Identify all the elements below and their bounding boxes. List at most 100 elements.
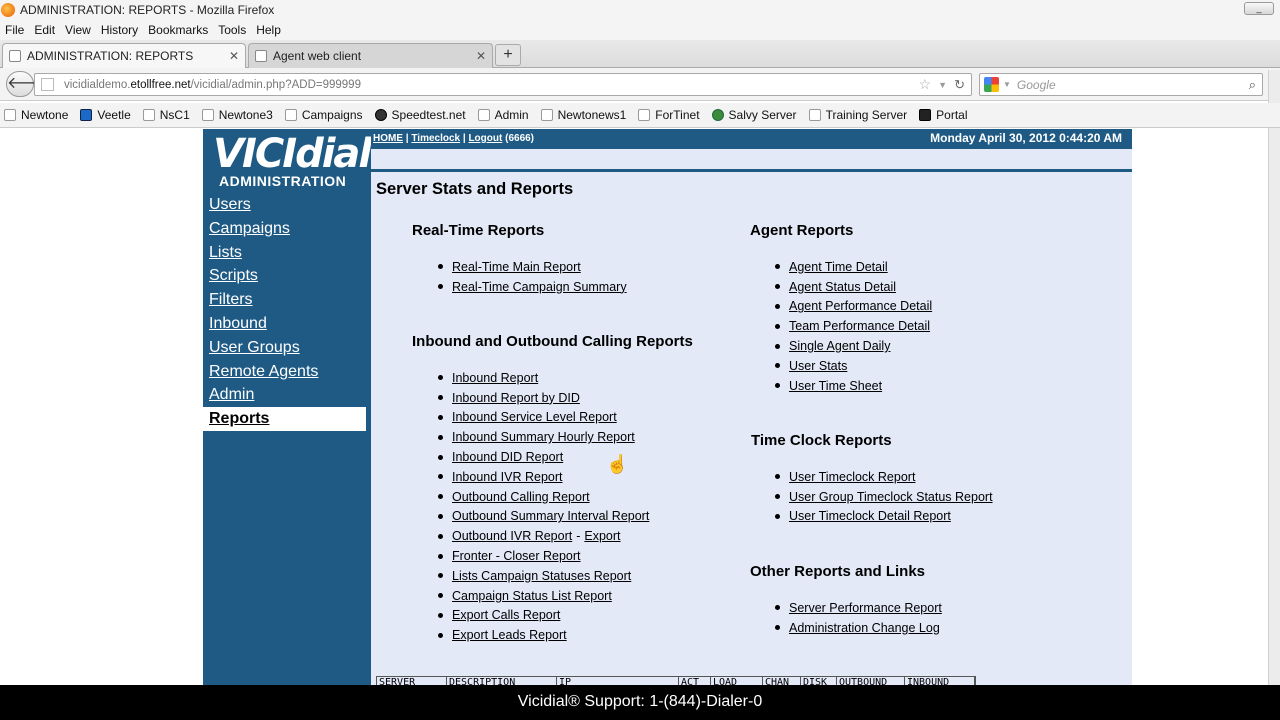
sidebar-item-remote-agents[interactable]: Remote Agents xyxy=(203,360,371,384)
bookmark-speedtest[interactable]: Speedtest.net xyxy=(371,108,466,122)
list-item: Inbound Service Level Report xyxy=(438,408,649,428)
link-campaign-status-list-report[interactable]: Campaign Status List Report xyxy=(452,589,612,603)
menu-view[interactable]: View xyxy=(60,23,96,37)
link-team-performance-detail[interactable]: Team Performance Detail xyxy=(789,319,930,333)
link-realtime-main-report[interactable]: Real-Time Main Report xyxy=(452,260,581,274)
scrollbar[interactable] xyxy=(1268,70,1280,690)
home-link[interactable]: HOME xyxy=(373,133,403,144)
link-inbound-report[interactable]: Inbound Report xyxy=(452,371,538,385)
bookmark-newtone[interactable]: Newtone xyxy=(0,108,68,122)
firefox-icon xyxy=(1,2,15,17)
link-inbound-report-by-did[interactable]: Inbound Report by DID xyxy=(452,391,580,405)
address-bar[interactable]: vicidialdemo. etollfree.net/vicidial/admi… xyxy=(34,73,972,96)
link-realtime-campaign-summary[interactable]: Real-Time Campaign Summary xyxy=(452,280,627,294)
new-tab-button[interactable]: + xyxy=(495,44,521,66)
link-server-performance-report[interactable]: Server Performance Report xyxy=(789,601,942,615)
link-inbound-did-report[interactable]: Inbound DID Report xyxy=(452,450,563,464)
sidebar-item-filters[interactable]: Filters xyxy=(203,288,371,312)
divider xyxy=(371,169,1132,172)
bookmark-portal[interactable]: Portal xyxy=(915,108,968,122)
bookmark-fortinet[interactable]: ForTinet xyxy=(634,108,700,122)
link-administration-change-log[interactable]: Administration Change Log xyxy=(789,621,940,635)
link-outbound-ivr-export[interactable]: Export xyxy=(584,529,620,543)
sidebar-item-inbound[interactable]: Inbound xyxy=(203,312,371,336)
sidebar-item-scripts[interactable]: Scripts xyxy=(203,264,371,288)
search-icon[interactable]: ⌕ xyxy=(1249,77,1256,93)
admin-sidebar: VICIdial ADMINISTRATION Users Campaigns … xyxy=(203,129,372,689)
bookmark-nsc1[interactable]: NsC1 xyxy=(139,108,190,122)
tab-agent-web-client[interactable]: Agent web client ✕ xyxy=(248,43,493,68)
sidebar-item-admin[interactable]: Admin xyxy=(203,383,371,407)
bookmark-campaigns[interactable]: Campaigns xyxy=(281,108,363,122)
bullet-icon xyxy=(438,612,443,618)
globe-icon xyxy=(711,109,724,121)
page-icon xyxy=(284,109,297,121)
link-inbound-service-level-report[interactable]: Inbound Service Level Report xyxy=(452,410,617,424)
link-agent-time-detail[interactable]: Agent Time Detail xyxy=(789,260,888,274)
chevron-down-icon[interactable]: ▼ xyxy=(938,80,947,90)
menu-tools[interactable]: Tools xyxy=(213,23,251,37)
page-icon xyxy=(477,109,490,121)
vicidial-logo[interactable]: VICIdial ADMINISTRATION xyxy=(213,133,372,189)
bookmark-newtonews1[interactable]: Newtonews1 xyxy=(537,108,626,122)
menu-bookmarks[interactable]: Bookmarks xyxy=(143,23,213,37)
reload-icon[interactable]: ↻ xyxy=(954,77,965,93)
link-user-stats[interactable]: User Stats xyxy=(789,359,847,373)
list-item: User Timeclock Report xyxy=(775,467,993,487)
minimize-button[interactable]: _ xyxy=(1244,2,1274,15)
main-content: HOME | Timeclock | Logout (6666) Monday … xyxy=(371,129,1132,690)
link-agent-status-detail[interactable]: Agent Status Detail xyxy=(789,280,896,294)
link-user-group-timeclock-status-report[interactable]: User Group Timeclock Status Report xyxy=(789,490,993,504)
link-export-leads-report[interactable]: Export Leads Report xyxy=(452,628,567,642)
bullet-icon xyxy=(775,383,780,389)
web-page: VICIdial ADMINISTRATION Users Campaigns … xyxy=(0,129,1268,690)
bullet-icon xyxy=(438,513,443,519)
bookmark-training-server[interactable]: Training Server xyxy=(805,108,907,122)
list-item: Administration Change Log xyxy=(775,618,942,638)
bullet-icon xyxy=(775,303,780,309)
sidebar-item-users[interactable]: Users xyxy=(203,193,371,217)
sidebar-item-campaigns[interactable]: Campaigns xyxy=(203,217,371,241)
menu-file[interactable]: File xyxy=(0,23,29,37)
back-button[interactable]: 🡐 xyxy=(6,71,50,97)
close-icon[interactable]: ✕ xyxy=(476,49,486,63)
bookmark-star-icon[interactable]: ☆ xyxy=(918,76,931,93)
link-outbound-ivr-report[interactable]: Outbound IVR Report xyxy=(452,529,572,543)
sidebar-item-lists[interactable]: Lists xyxy=(203,241,371,265)
bookmark-newtone3[interactable]: Newtone3 xyxy=(198,108,273,122)
link-user-time-sheet[interactable]: User Time Sheet xyxy=(789,379,882,393)
link-single-agent-daily[interactable]: Single Agent Daily xyxy=(789,339,890,353)
bookmark-veetle[interactable]: Veetle xyxy=(76,108,131,122)
link-export-calls-report[interactable]: Export Calls Report xyxy=(452,608,560,622)
timeclock-link[interactable]: Timeclock xyxy=(411,133,460,144)
link-fronter-closer-report[interactable]: Fronter - Closer Report xyxy=(452,549,581,563)
bookmark-label: Newtone xyxy=(21,108,69,122)
link-user-timeclock-detail-report[interactable]: User Timeclock Detail Report xyxy=(789,509,951,523)
tab-admin-reports[interactable]: ADMINISTRATION: REPORTS ✕ xyxy=(2,43,246,68)
menu-help[interactable]: Help xyxy=(251,23,286,37)
bullet-icon xyxy=(438,454,443,460)
link-outbound-summary-interval-report[interactable]: Outbound Summary Interval Report xyxy=(452,509,649,523)
sidebar-item-user-groups[interactable]: User Groups xyxy=(203,336,371,360)
link-user-timeclock-report[interactable]: User Timeclock Report xyxy=(789,470,915,484)
link-outbound-calling-report[interactable]: Outbound Calling Report xyxy=(452,490,590,504)
link-agent-performance-detail[interactable]: Agent Performance Detail xyxy=(789,299,932,313)
bullet-icon xyxy=(438,434,443,440)
close-icon[interactable]: ✕ xyxy=(229,49,239,63)
heading-agent-reports: Agent Reports xyxy=(750,222,854,239)
menu-edit[interactable]: Edit xyxy=(29,23,60,37)
heading-time-clock-reports: Time Clock Reports xyxy=(751,432,892,449)
bookmark-salvy-server[interactable]: Salvy Server xyxy=(708,108,797,122)
link-lists-campaign-statuses-report[interactable]: Lists Campaign Statuses Report xyxy=(452,569,631,583)
link-inbound-summary-hourly-report[interactable]: Inbound Summary Hourly Report xyxy=(452,430,635,444)
link-inbound-ivr-report[interactable]: Inbound IVR Report xyxy=(452,470,563,484)
menu-history[interactable]: History xyxy=(96,23,143,37)
search-bar[interactable]: ▼ Google ⌕ xyxy=(979,73,1263,96)
list-item: Inbound Report xyxy=(438,368,649,388)
bookmark-admin[interactable]: Admin xyxy=(474,108,529,122)
chevron-down-icon[interactable]: ▼ xyxy=(1003,80,1011,89)
sidebar-item-reports[interactable]: Reports xyxy=(203,407,366,431)
bullet-icon xyxy=(438,573,443,579)
bullet-icon xyxy=(775,494,780,500)
logout-link[interactable]: Logout xyxy=(468,133,502,144)
